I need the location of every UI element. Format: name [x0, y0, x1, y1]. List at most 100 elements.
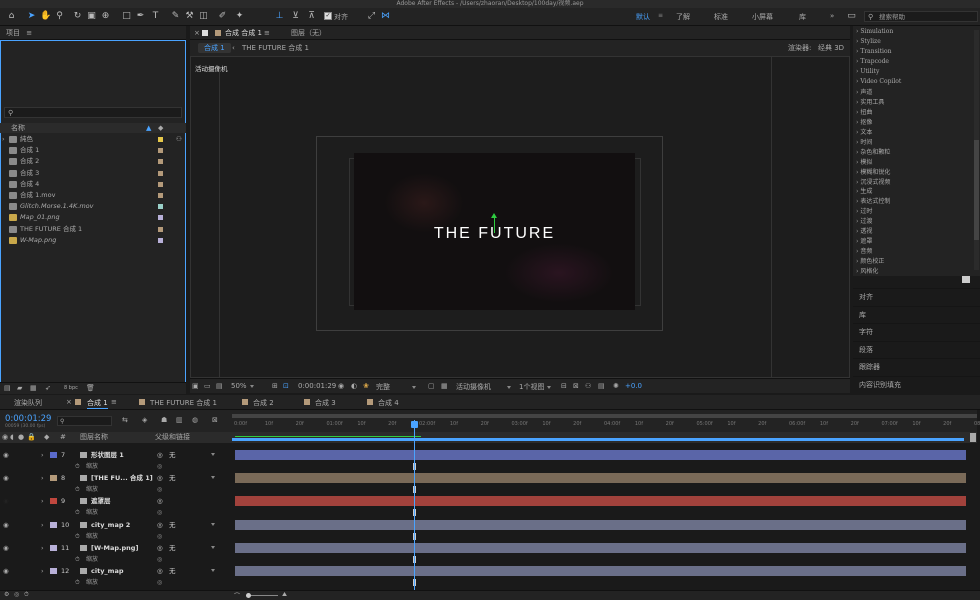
effect-category[interactable]: › 颜色校正: [856, 256, 884, 265]
label-swatch[interactable]: [158, 237, 163, 243]
stopwatch-icon[interactable]: ⏱: [75, 461, 80, 472]
render-time-icon[interactable]: ⏱: [24, 591, 29, 599]
effect-category[interactable]: › 过时: [856, 206, 872, 215]
time-ruler[interactable]: 0:00f 10f 20f 01:00f 10f 20f 02:00f 10f 20f 03:00…: [232, 410, 980, 432]
help-search-input[interactable]: ⚲ 搜索帮助: [864, 11, 978, 22]
parent-select[interactable]: 无: [169, 565, 176, 577]
parent-select[interactable]: 无: [169, 472, 176, 484]
transparency-grid-icon[interactable]: ▦: [441, 382, 448, 390]
parent-dropdown-arrow-icon[interactable]: [211, 453, 215, 456]
frame-blending-icon[interactable]: ▥: [176, 416, 183, 424]
view-layout-select[interactable]: 1个视图: [519, 382, 552, 392]
label-swatch[interactable]: [158, 215, 163, 221]
layer-duration-bar[interactable]: [235, 519, 966, 530]
panel-menu-icon[interactable]: ≡: [26, 29, 32, 37]
effect-category[interactable]: › 音频: [856, 246, 872, 255]
composition-frame[interactable]: THE FUTURE: [354, 153, 635, 310]
pick-whip-icon[interactable]: ◎: [157, 565, 163, 577]
effect-category[interactable]: › 生成: [856, 186, 872, 195]
panel-5[interactable]: 内容识别填充: [853, 375, 980, 393]
eraser-tool-icon[interactable]: ◫: [198, 11, 209, 22]
column-name[interactable]: 名称: [11, 124, 25, 132]
layer-row[interactable]: ◉ › 8 [THE FU... 合成 1] ◎ 无: [0, 472, 232, 484]
label-swatch[interactable]: [158, 181, 163, 187]
zoom-slider[interactable]: [246, 593, 278, 598]
pick-whip-icon[interactable]: ◎: [157, 542, 163, 554]
snap-grid-icon[interactable]: ⋈: [380, 11, 391, 22]
effect-category[interactable]: › Stylize: [856, 38, 881, 45]
flowchart-icon[interactable]: ⚇: [585, 382, 591, 390]
layer-duration-bar[interactable]: [235, 542, 966, 553]
eye-icon[interactable]: ◉: [3, 542, 9, 554]
panel-menu-icon[interactable]: ≡: [264, 26, 270, 40]
close-icon[interactable]: ×: [194, 26, 200, 40]
project-item[interactable]: THE FUTURE 合成 1: [0, 224, 186, 235]
pan-behind-tool-icon[interactable]: ⊕: [100, 11, 111, 22]
eye-icon[interactable]: ◉: [3, 449, 9, 461]
interpret-footage-icon[interactable]: ▤: [4, 384, 11, 392]
effect-category[interactable]: › 抠像: [856, 117, 872, 126]
close-icon[interactable]: ×: [66, 398, 72, 406]
effect-category[interactable]: › Transition: [856, 48, 891, 55]
panel-menu-icon[interactable]: ≡: [111, 398, 117, 406]
effect-category[interactable]: › 文本: [856, 127, 872, 136]
layer-duration-bar[interactable]: [235, 496, 966, 507]
parent-dropdown-arrow-icon[interactable]: [211, 545, 215, 549]
label-column-icon[interactable]: ◆: [44, 432, 49, 443]
effect-category[interactable]: › 模拟: [856, 157, 872, 166]
panel-4[interactable]: 跟踪器: [853, 358, 980, 375]
layer-name[interactable]: city_map: [91, 565, 124, 577]
flowchart-icon[interactable]: ⚇: [176, 134, 182, 145]
effect-category[interactable]: › 时间: [856, 137, 872, 146]
parent-select[interactable]: 无: [169, 542, 176, 554]
parent-dropdown-arrow-icon[interactable]: [211, 569, 215, 572]
fast-preview-icon[interactable]: ⊠: [573, 382, 579, 390]
project-item[interactable]: › ⚇ 純色: [0, 134, 186, 145]
renderer-value[interactable]: 经典 3D: [818, 40, 844, 56]
playhead-line[interactable]: [414, 420, 415, 590]
render-queue-icon[interactable]: ➶: [45, 384, 51, 392]
timeline-timecode[interactable]: 0:00:01:29: [5, 414, 51, 424]
layer-property-row[interactable]: ⏱ 缩放 ◎: [0, 507, 232, 518]
camera-select[interactable]: 活动摄像机: [456, 382, 511, 392]
effect-category[interactable]: › 模糊和锐化: [856, 167, 890, 176]
always-preview-icon[interactable]: ▣: [192, 382, 199, 390]
snap-option-icon[interactable]: ⤢: [366, 11, 377, 22]
rectangle-tool-icon[interactable]: □: [121, 11, 132, 22]
workspace-small-screen[interactable]: 小屏幕: [752, 12, 773, 22]
layer-name[interactable]: 形状图层 1: [91, 449, 124, 461]
rotate-tool-icon[interactable]: ↻: [72, 11, 83, 22]
label-swatch[interactable]: [158, 137, 163, 142]
lock-icon[interactable]: 🔒: [27, 432, 36, 443]
toggle-pixel-icon[interactable]: ⊟: [561, 382, 567, 390]
layer-property-row[interactable]: ⏱ 缩放 ◎: [0, 577, 232, 588]
effect-category[interactable]: › 表达式控制: [856, 196, 890, 205]
effect-category[interactable]: › Video Copilot: [856, 78, 901, 85]
work-area-bar[interactable]: [232, 414, 977, 418]
solo-icon[interactable]: ●: [18, 432, 24, 443]
monitor-icon[interactable]: ▭: [204, 382, 211, 390]
quality-select[interactable]: 完整: [376, 382, 416, 392]
brush-tool-icon[interactable]: ✎: [170, 11, 181, 22]
parent-dropdown-arrow-icon[interactable]: [211, 476, 215, 480]
project-item[interactable]: 合成 3: [0, 168, 186, 179]
layer-label-color[interactable]: [50, 452, 57, 458]
grid-icon[interactable]: ⊡: [283, 382, 289, 390]
label-swatch[interactable]: [158, 193, 163, 198]
layer-label-color[interactable]: [50, 475, 57, 482]
zoom-out-icon[interactable]: ⌒: [234, 591, 240, 600]
viewer-timecode[interactable]: 0:00:01:29: [298, 382, 336, 390]
fit-icon[interactable]: ⊞: [272, 382, 278, 390]
effect-category[interactable]: › 实用工具: [856, 97, 884, 106]
expand-arrow-icon[interactable]: ›: [2, 134, 5, 145]
tab-timeline-comp-4[interactable]: 合成 4: [378, 398, 399, 408]
workspace-library[interactable]: 库: [799, 12, 806, 22]
composition-panel-title[interactable]: 合成 合成 1: [225, 26, 262, 41]
shy-layers-icon[interactable]: ☗: [161, 416, 167, 424]
new-composition-icon[interactable]: ▦: [30, 384, 37, 392]
effect-category[interactable]: › 扭曲: [856, 107, 872, 116]
effect-category[interactable]: › 沉浸式视频: [856, 177, 890, 186]
stopwatch-icon[interactable]: ⏱: [75, 507, 80, 518]
layer-property-row[interactable]: ⏱ 缩放 ◎: [0, 461, 232, 472]
effect-category[interactable]: › Utility: [856, 68, 879, 75]
